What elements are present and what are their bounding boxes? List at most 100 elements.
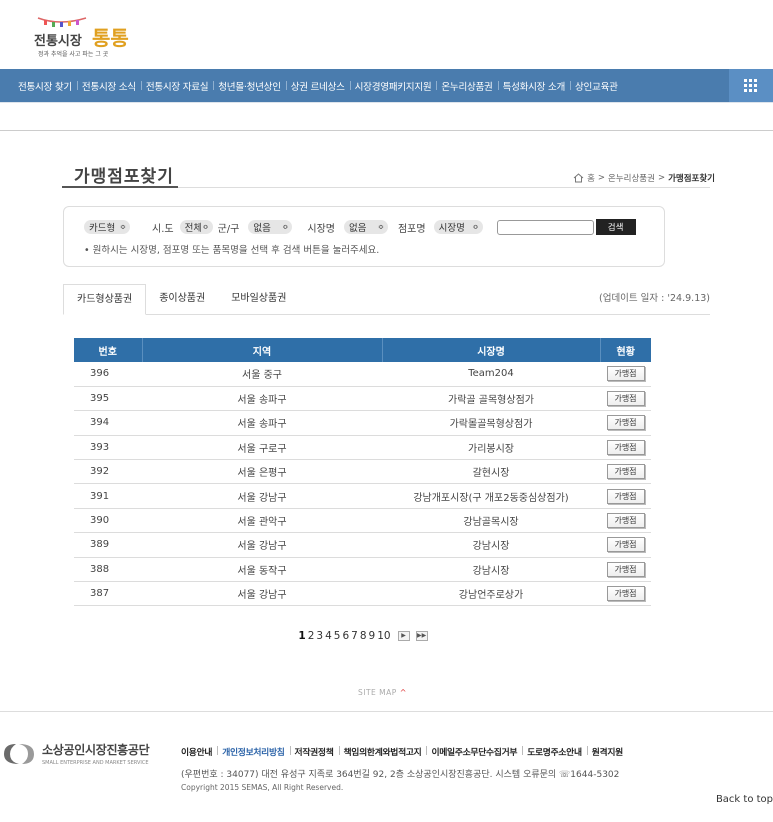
home-icon[interactable] — [573, 173, 584, 183]
page-link-4[interactable]: 4 — [324, 630, 333, 642]
nav-item-commercial-renaissance[interactable]: 상권 르네상스 — [285, 79, 350, 93]
row-region: 서울 강남구 — [142, 581, 382, 607]
table-row: 391 서울 강남구 강남개포시장(구 개포2동중심상점가) 가맹점 — [74, 483, 651, 509]
row-number: 389 — [74, 532, 142, 558]
col-header-market: 시장명 — [381, 338, 600, 362]
footer-link-road-address[interactable]: 도로명주소안내 — [522, 745, 587, 758]
keyword-input[interactable] — [496, 219, 594, 235]
last-page-icon[interactable]: ▶▶ — [415, 631, 428, 641]
nav-item-market-news[interactable]: 전통시장 소식 — [76, 79, 141, 93]
breadcrumb-section[interactable]: 온누리상품권 — [608, 172, 655, 184]
row-number: 391 — [74, 483, 142, 509]
sido-value: 전체 — [184, 223, 201, 234]
row-market: 가락몰골목형상점가 — [382, 410, 600, 436]
table-row: 396 서울 중구 Team204 가맹점 — [74, 362, 651, 387]
update-date: (업데이트 일자 : '24.9.13) — [599, 293, 710, 304]
table-row: 388 서울 동작구 강남시장 가맹점 — [74, 557, 651, 583]
logo-graphic: 전통시장 통통 — [34, 17, 129, 50]
sido-select[interactable]: 전체 ≎ — [179, 220, 213, 234]
footer-link-copyright[interactable]: 저작권정책 — [289, 745, 339, 758]
select-caret-icon: ≎ — [472, 223, 479, 231]
gungu-select[interactable]: 없음 ≎ — [248, 220, 293, 234]
row-region: 서울 구로구 — [142, 435, 382, 461]
footer-link-legal[interactable]: 책임의한계와법적고지 — [338, 745, 427, 758]
card-type-select[interactable]: 카드형 ≎ — [84, 220, 130, 234]
search-panel: 카드형 ≎ 시.도 전체 ≎ 군/구 없음 ≎ 시장명 없음 ≎ 점포명 시장명 ≎ 검색… — [63, 206, 665, 267]
table-row: 395 서울 송파구 가락골 골목형상점가 가맹점 — [74, 386, 651, 412]
sitemap-toggle[interactable]: SITE MAP ^ — [358, 688, 407, 697]
store-list-button[interactable]: 가맹점 — [606, 513, 645, 529]
row-market: 강남골목시장 — [382, 508, 600, 534]
grid-menu-icon — [744, 78, 758, 93]
nav-item-youth-mall[interactable]: 청년몰·청년상인 — [213, 79, 285, 93]
row-number: 390 — [74, 508, 142, 534]
table-row: 392 서울 은평구 갈현시장 가맹점 — [74, 459, 651, 485]
nav-item-market-archive[interactable]: 전통시장 자료실 — [140, 79, 213, 93]
card-type-value: 카드형 — [89, 223, 116, 234]
nav-item-management-package[interactable]: 시장경영패키지지원 — [349, 79, 437, 93]
back-to-top-link[interactable]: Back to top — [716, 794, 773, 805]
site-logo[interactable]: 전통시장 통통 정과 추억을 사고 파는 그 곳 — [30, 12, 140, 58]
footer-link-usage[interactable]: 이용안내 — [181, 745, 217, 758]
table-row: 394 서울 송파구 가락몰골목형상점가 가맹점 — [74, 410, 651, 436]
page-link-8[interactable]: 8 — [359, 630, 368, 642]
footer-copyright: Copyright 2015 SEMAS, All Right Reserved… — [181, 783, 344, 792]
breadcrumb-home[interactable]: 홈 — [587, 172, 595, 184]
store-list-button[interactable]: 가맹점 — [606, 464, 645, 480]
store-search-type-select[interactable]: 시장명 ≎ — [433, 220, 483, 234]
row-market: 강남시장 — [382, 532, 600, 558]
tab-paper-voucher[interactable]: 종이상품권 — [146, 284, 218, 315]
search-button[interactable]: 검색 — [595, 219, 636, 235]
footer-link-email-policy[interactable]: 이메일주소무단수집거부 — [426, 745, 522, 758]
footer: 소상공인시장진흥공단 SMALL ENTERPRISE AND MARKET S… — [0, 711, 773, 822]
row-market: 강남언주로상가 — [382, 581, 600, 607]
row-region: 서울 강남구 — [142, 532, 382, 558]
page-link-6[interactable]: 6 — [341, 630, 350, 642]
store-list-button[interactable]: 가맹점 — [606, 488, 645, 504]
page-link-3[interactable]: 3 — [315, 630, 324, 642]
footer-link-privacy[interactable]: 개인정보처리방침 — [217, 745, 289, 758]
nav-item-onnuri-voucher[interactable]: 온누리상품권 — [436, 79, 497, 93]
table-row: 389 서울 강남구 강남시장 가맹점 — [74, 532, 651, 558]
page-link-1[interactable]: 1 — [297, 630, 306, 642]
select-caret-icon: ≎ — [120, 223, 126, 231]
sitemap-label: SITE MAP — [358, 688, 397, 697]
store-list-button[interactable]: 가맹점 — [606, 366, 645, 382]
row-region: 서울 관악구 — [142, 508, 382, 534]
sido-label: 시.도 — [152, 223, 174, 235]
table-header-row: 번호 지역 시장명 현황 — [74, 338, 651, 362]
nav-item-specialized-market[interactable]: 특성화시장 소개 — [497, 79, 570, 93]
tab-mobile-voucher[interactable]: 모바일상품권 — [218, 284, 299, 315]
row-market: 가리봉시장 — [382, 435, 600, 461]
nav-item-merchant-education[interactable]: 상인교육관 — [570, 79, 623, 93]
market-value: 없음 — [348, 223, 367, 234]
sub-nav-bar — [0, 102, 773, 131]
page-link-2[interactable]: 2 — [307, 630, 316, 642]
main-nav: 전통시장 찾기 전통시장 소식 전통시장 자료실 청년몰·청년상인 상권 르네상… — [0, 69, 773, 102]
market-label: 시장명 — [307, 223, 335, 235]
page-link-10[interactable]: 10 — [376, 630, 391, 642]
title-underline — [62, 186, 178, 188]
store-list-button[interactable]: 가맹점 — [606, 439, 645, 455]
page-link-5[interactable]: 5 — [333, 630, 342, 642]
all-menu-button[interactable] — [729, 69, 773, 102]
store-list-button[interactable]: 가맹점 — [606, 415, 645, 431]
store-list-button[interactable]: 가맹점 — [606, 391, 645, 407]
pagination: 1 2 3 4 5 6 7 8 9 10 ▶ ▶▶ — [0, 630, 725, 642]
market-select[interactable]: 없음 ≎ — [343, 220, 388, 234]
next-page-icon[interactable]: ▶ — [397, 631, 410, 641]
row-number: 395 — [74, 386, 142, 412]
org-name-en: SMALL ENTERPRISE AND MARKET SERVICE — [42, 760, 149, 766]
page-link-9[interactable]: 9 — [368, 630, 377, 642]
row-market: 갈현시장 — [382, 459, 600, 485]
footer-link-remote-support[interactable]: 원격지원 — [586, 745, 628, 758]
voucher-tabs: 카드형상품권 종이상품권 모바일상품권 (업데이트 일자 : '24.9.13) — [63, 284, 710, 315]
page-link-7[interactable]: 7 — [350, 630, 359, 642]
store-list-button[interactable]: 가맹점 — [606, 537, 645, 553]
tab-card-voucher[interactable]: 카드형상품권 — [63, 284, 147, 315]
store-list-button[interactable]: 가맹점 — [606, 561, 645, 577]
nav-item-market-search[interactable]: 전통시장 찾기 — [18, 79, 77, 93]
row-number: 392 — [74, 459, 142, 485]
store-list-button[interactable]: 가맹점 — [606, 586, 645, 602]
row-market: 강남개포시장(구 개포2동중심상점가) — [382, 483, 600, 509]
